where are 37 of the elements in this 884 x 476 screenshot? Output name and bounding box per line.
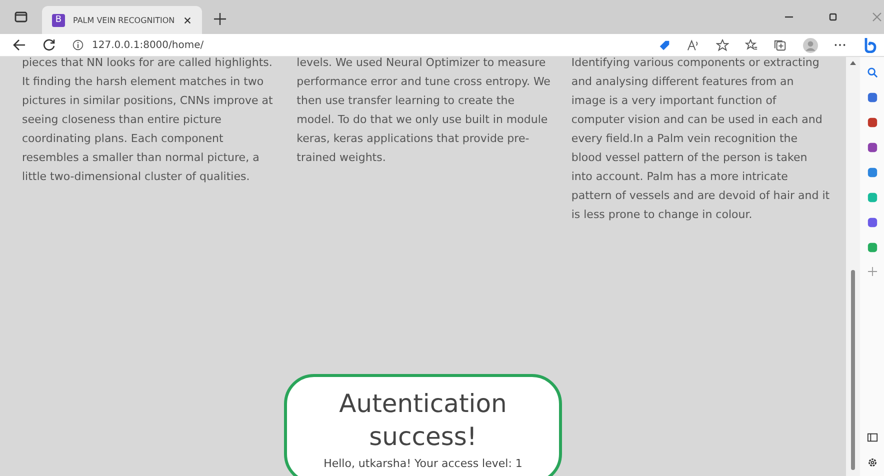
restore-icon[interactable] <box>828 12 838 22</box>
settings-icon[interactable] <box>866 457 878 468</box>
scroll-up-icon[interactable] <box>850 61 856 65</box>
address-field[interactable]: 127.0.0.1:8000/home/ <box>92 40 204 50</box>
more-icon[interactable] <box>834 43 846 47</box>
favorite-star-icon[interactable] <box>716 38 729 52</box>
profile-avatar-icon[interactable] <box>803 38 818 52</box>
app-tile-icon[interactable] <box>866 167 878 178</box>
close-icon[interactable] <box>183 16 192 24</box>
app-tile-icon[interactable] <box>866 92 878 103</box>
app-tile-icon[interactable] <box>866 117 878 128</box>
paragraph: pieces that NN looks for are called highlights. It finding the harsh element matches in two pictures in similar positions, CNNs improve at seeing closeness than entire picture coordinating plans. Each component resembles a smaller than normal picture, a little two-dimensional cluster of qualities. <box>22 57 274 185</box>
app-tile-icon[interactable] <box>866 142 878 153</box>
paragraph: Identifying various components or extracting and analysing different features from an image is a very important function of computer vision and can be used in each and every field.In a Palm vein recognition the blood vessel pattern of the person is taken into account. Palm has a more intricate pattern of vessels and are devoid of hair and it is less prone to change in colour. <box>571 57 830 223</box>
scrollbar-thumb[interactable] <box>851 270 855 470</box>
favicon: B <box>52 14 65 26</box>
sidebar-panel-icon[interactable] <box>866 432 878 443</box>
add-icon[interactable] <box>868 267 876 276</box>
card-title: Autentication success! <box>338 388 508 453</box>
back-icon[interactable] <box>12 38 26 52</box>
search-icon[interactable] <box>866 67 878 78</box>
browser-tab[interactable]: B PALM VEIN RECOGNITION <box>42 6 202 34</box>
refresh-icon[interactable] <box>42 38 56 52</box>
app-tile-icon[interactable] <box>866 242 878 253</box>
tab-title: PALM VEIN RECOGNITION <box>73 16 175 24</box>
card-message: Hello, utkarsha! Your access level: 1 <box>322 457 524 470</box>
read-aloud-icon[interactable] <box>687 38 700 52</box>
new-tab-icon[interactable] <box>214 13 226 25</box>
info-icon[interactable] <box>72 39 84 51</box>
tab-actions-icon[interactable] <box>14 10 28 24</box>
favorites-icon[interactable] <box>745 38 758 52</box>
copilot-icon[interactable] <box>862 37 878 53</box>
app-tile-icon[interactable] <box>866 217 878 228</box>
collections-icon[interactable] <box>774 38 787 52</box>
app-tile-icon[interactable] <box>866 192 878 203</box>
paragraph: levels. We used Neural Optimizer to measure performance error and tune cross entropy. We then use transfer learning to create the model. To do that we only use built in module keras, keras applications that provide pre-trained weights. <box>296 57 552 166</box>
tag-icon[interactable] <box>658 38 671 52</box>
